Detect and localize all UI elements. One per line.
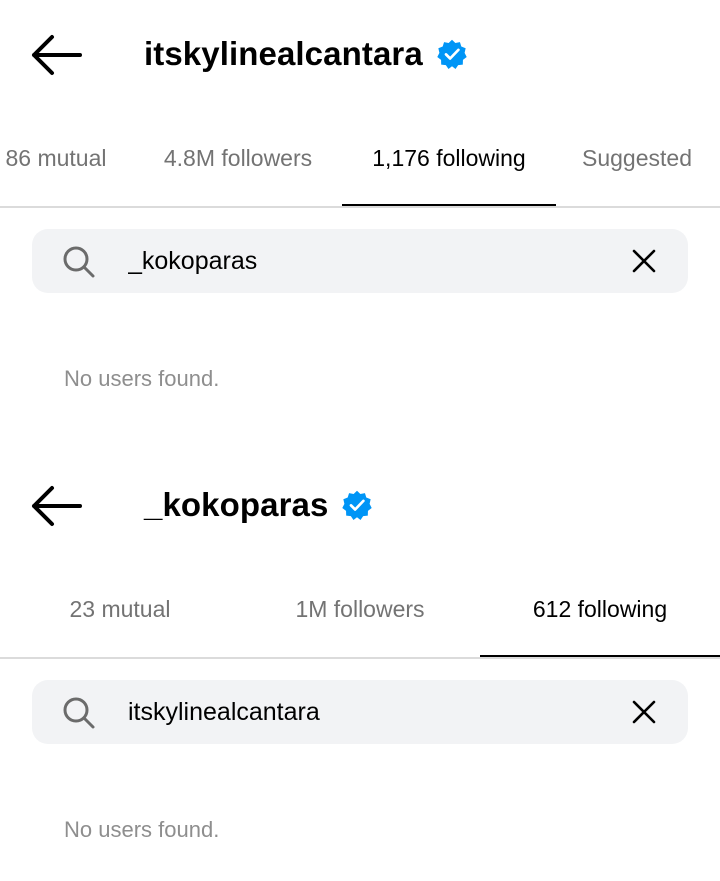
following-panel-kokoparas: _kokoparas 23 mutual 1M followers 612 fo… [0,451,720,881]
clear-icon [632,249,656,273]
back-button[interactable] [26,481,86,531]
tab-followers[interactable]: 4.8M followers [146,110,330,206]
search-bar [32,229,688,293]
empty-state-text: No users found. [64,817,220,842]
clear-icon [632,700,656,724]
profile-title: itskylinealcantara [144,32,467,76]
empty-state-text: No users found. [64,366,220,391]
search-input[interactable] [128,680,608,744]
profile-title: _kokoparas [144,483,373,527]
back-button[interactable] [26,30,86,80]
tab-mutual[interactable]: 23 mutual [0,561,240,657]
active-tab-indicator [342,204,556,206]
tab-following[interactable]: 612 following [480,561,720,657]
profile-header: _kokoparas [0,451,720,561]
tab-followers[interactable]: 1M followers [240,561,480,657]
search-input[interactable] [128,229,608,293]
username-title: itskylinealcantara [144,35,423,72]
back-arrow-icon [32,35,82,75]
tab-mutual[interactable]: 86 mutual [0,110,118,206]
active-tab-indicator [480,655,720,657]
followers-tabs: 86 mutual 4.8M followers 1,176 following… [0,110,720,208]
tab-following[interactable]: 1,176 following [342,110,556,206]
verified-badge-icon [342,490,373,520]
search-icon [62,696,96,730]
tab-suggested[interactable]: Suggested [566,110,708,206]
clear-search-button[interactable] [630,247,658,275]
followers-tabs: 23 mutual 1M followers 612 following [0,561,720,659]
search-icon [62,245,96,279]
search-bar [32,680,688,744]
clear-search-button[interactable] [630,698,658,726]
profile-header: itskylinealcantara [0,0,720,110]
back-arrow-icon [32,486,82,526]
following-panel-itskylinealcantara: itskylinealcantara 86 mutual 4.8M follow… [0,0,720,451]
verified-badge-icon [437,39,467,69]
username-title: _kokoparas [144,486,329,523]
